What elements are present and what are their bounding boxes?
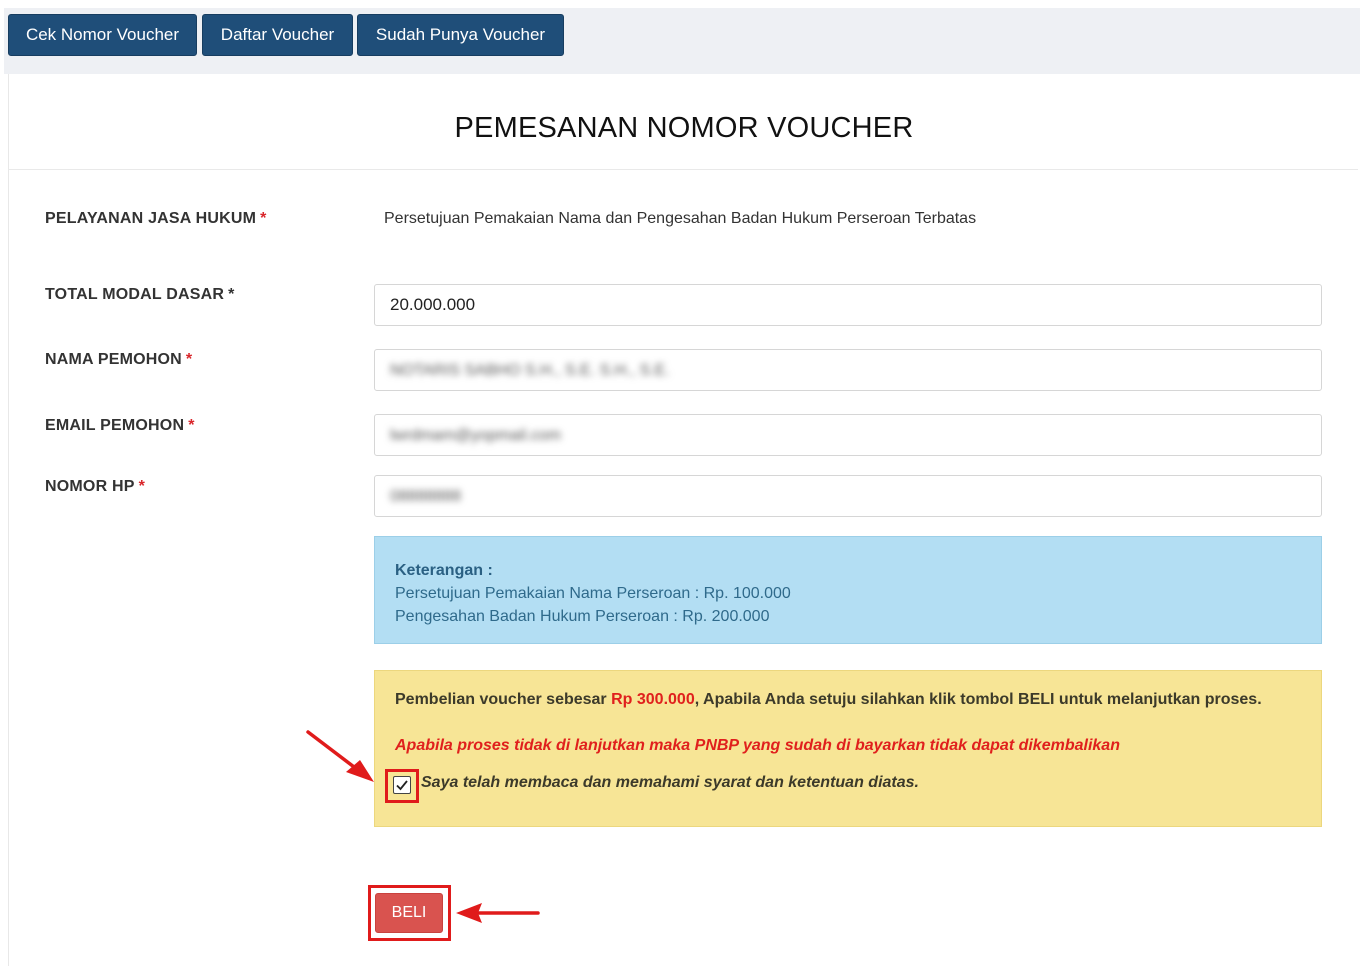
applicant-email-value: lwrdmam@yopmail.com <box>390 427 561 444</box>
warning-suffix: , Apabila Anda setuju silahkan klik tomb… <box>694 691 1262 708</box>
capital-label: TOTAL MODAL DASAR * <box>45 286 235 304</box>
applicant-email-label: EMAIL PEMOHON * <box>45 417 195 435</box>
capital-input[interactable]: 20.000.000 <box>374 284 1322 326</box>
applicant-name-label-text: NAMA PEMOHON <box>45 351 182 368</box>
phone-value: 08888888 <box>390 488 462 505</box>
applicant-email-label-text: EMAIL PEMOHON <box>45 417 185 434</box>
main-panel <box>8 74 1358 966</box>
required-mark: * <box>228 286 235 303</box>
buy-button[interactable]: BELI <box>375 893 443 933</box>
info-line: Pengesahan Badan Hukum Perseroan : Rp. 2… <box>395 608 770 625</box>
required-mark: * <box>185 351 193 368</box>
warning-box: Pembelian voucher sebesar Rp 300.000, Ap… <box>374 670 1322 827</box>
info-box: Keterangan : Persetujuan Pemakaian Nama … <box>374 536 1322 644</box>
title-divider <box>8 169 1358 170</box>
page-title: PEMESANAN NOMOR VOUCHER <box>454 112 914 144</box>
warning-prefix: Pembelian voucher sebesar <box>395 691 612 708</box>
terms-checkbox[interactable] <box>393 776 411 794</box>
required-mark: * <box>188 417 195 434</box>
service-value: Persetujuan Pemakaian Nama dan Pengesaha… <box>384 210 977 227</box>
phone-input[interactable]: 08888888 <box>374 475 1322 517</box>
service-label-text: PELAYANAN JASA HUKUM <box>45 210 257 227</box>
applicant-email-input[interactable]: lwrdmam@yopmail.com <box>374 414 1322 456</box>
warning-message: Pembelian voucher sebesar Rp 300.000, Ap… <box>395 691 1262 709</box>
info-line: Persetujuan Pemakaian Nama Perseroan : R… <box>395 585 791 602</box>
phone-label-text: NOMOR HP <box>45 478 135 495</box>
phone-label: NOMOR HP * <box>45 478 145 496</box>
top-nav-bar: Cek Nomor Voucher Daftar Voucher Sudah P… <box>4 8 1360 74</box>
capital-label-text: TOTAL MODAL DASAR <box>45 286 225 303</box>
service-label: PELAYANAN JASA HUKUM * <box>45 210 267 228</box>
applicant-name-input[interactable]: NOTARIS SABHO S.H., S.E. S.H., S.E. <box>374 349 1322 391</box>
checkmark-icon <box>396 780 408 791</box>
applicant-name-label: NAMA PEMOHON * <box>45 351 192 369</box>
required-mark: * <box>138 478 146 495</box>
sudah-punya-voucher-button[interactable]: Sudah Punya Voucher <box>357 14 564 56</box>
warning-alert: Apabila proses tidak di lanjutkan maka P… <box>395 737 1120 754</box>
annotation-arrow-icon <box>306 730 374 782</box>
annotation-arrow-icon <box>456 903 540 923</box>
required-mark: * <box>260 210 267 227</box>
applicant-name-value: NOTARIS SABHO S.H., S.E. S.H., S.E. <box>390 362 670 379</box>
daftar-voucher-button[interactable]: Daftar Voucher <box>202 14 353 56</box>
info-title: Keterangan : <box>395 562 493 579</box>
warning-price: Rp 300.000 <box>611 691 695 708</box>
terms-checkbox-label[interactable]: Saya telah membaca dan memahami syarat d… <box>421 774 919 792</box>
capital-input-value: 20.000.000 <box>390 295 476 314</box>
cek-nomor-voucher-button[interactable]: Cek Nomor Voucher <box>8 14 197 56</box>
